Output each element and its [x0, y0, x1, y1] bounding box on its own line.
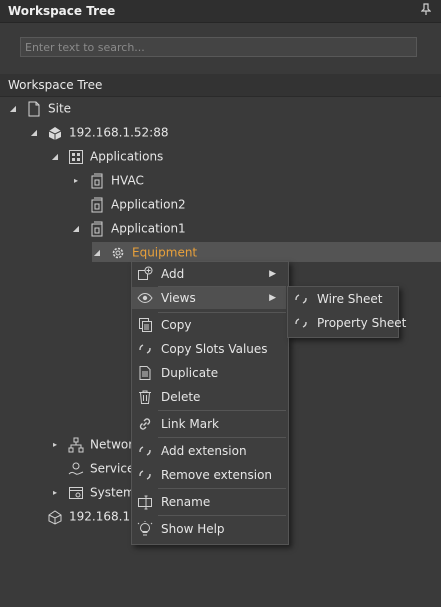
expand-arrow-icon[interactable]: ▸ — [50, 435, 60, 455]
tree-node-label: System — [90, 485, 135, 500]
tree-node-label: Service — [90, 461, 135, 476]
menu-item-label: Add — [161, 267, 185, 281]
tree-node-label: Application2 — [111, 197, 186, 212]
collapse-arrow-icon[interactable]: ◢ — [8, 99, 18, 119]
app-icon — [89, 197, 105, 213]
collapse-arrow-icon[interactable]: ◢ — [92, 243, 102, 263]
menu-item-label: Rename — [161, 495, 211, 509]
collapse-arrow-icon[interactable]: ◢ — [50, 147, 60, 167]
submenu-arrow-icon: ▶ — [269, 269, 276, 279]
expand-arrow-icon[interactable]: ▸ — [71, 171, 81, 191]
tree-node-network[interactable]: ▸ Networ — [50, 434, 133, 454]
link-icon — [137, 416, 153, 432]
help-bulb-icon — [137, 521, 153, 537]
applications-icon — [68, 149, 84, 165]
menu-separator — [158, 515, 286, 516]
menu-item-label: Views — [161, 291, 196, 305]
spinner-icon — [137, 341, 153, 357]
tree-node-application1[interactable]: ◢ Application1 — [71, 218, 186, 238]
duplicate-icon — [137, 365, 153, 381]
network-icon — [68, 437, 84, 453]
tree-node-system[interactable]: ▸ System — [50, 482, 135, 502]
menu-item-copy[interactable]: Copy — [132, 314, 286, 336]
spinner-icon — [293, 315, 309, 331]
menu-item-remove-extension[interactable]: Remove extension — [132, 464, 286, 486]
system-icon — [68, 485, 84, 501]
menu-item-link-mark[interactable]: Link Mark — [132, 413, 286, 435]
menu-separator — [158, 437, 286, 438]
tree-node-label: 192.168.1. — [69, 509, 134, 524]
menu-item-label: Remove extension — [161, 468, 273, 482]
tree-node-station[interactable]: ◢ 192.168.1.52:88 — [29, 122, 168, 142]
menu-item-label: Delete — [161, 390, 201, 404]
menu-item-label: Add extension — [161, 444, 247, 458]
tree-node-label: Equipment — [132, 245, 198, 260]
tree-header: Workspace Tree — [0, 74, 441, 97]
search-area — [0, 23, 441, 71]
tree-node-application2[interactable]: Application2 — [71, 194, 186, 214]
tree-node-site[interactable]: ◢ Site — [8, 98, 71, 118]
tree-node-label: Site — [48, 101, 72, 116]
menu-item-add-extension[interactable]: Add extension — [132, 440, 286, 462]
menu-item-rename[interactable]: Rename — [132, 491, 286, 513]
add-icon — [137, 266, 153, 282]
gear-icon — [110, 245, 126, 261]
menu-item-label: Show Help — [161, 522, 225, 536]
menu-separator — [158, 312, 286, 313]
collapse-arrow-icon[interactable]: ◢ — [29, 123, 39, 143]
tree-node-service[interactable]: Service — [50, 458, 134, 478]
tree-node-label: Applications — [90, 149, 164, 164]
trash-icon — [137, 389, 153, 405]
menu-item-show-help[interactable]: Show Help — [132, 518, 286, 540]
tree-header-label: Workspace Tree — [8, 78, 103, 92]
spinner-icon — [137, 467, 153, 483]
search-input[interactable] — [20, 37, 417, 57]
tree-node-label: Application1 — [111, 221, 186, 236]
menu-item-label: Wire Sheet — [317, 292, 383, 306]
menu-item-label: Copy Slots Values — [161, 342, 268, 356]
menu-item-label: Link Mark — [161, 417, 219, 431]
menu-item-label: Copy — [161, 318, 192, 332]
tree-node-label: HVAC — [111, 173, 144, 188]
tree-node-equipment[interactable]: ◢ Equipment — [92, 242, 441, 262]
menu-item-wire-sheet[interactable]: Wire Sheet — [288, 288, 398, 310]
server-icon — [47, 509, 63, 525]
panel-titlebar: Workspace Tree — [0, 0, 441, 23]
pin-icon[interactable] — [419, 3, 433, 17]
menu-item-copy-slots-values[interactable]: Copy Slots Values — [132, 338, 286, 360]
menu-item-add[interactable]: Add ▶ — [132, 263, 286, 285]
spinner-icon — [293, 291, 309, 307]
menu-item-label: Duplicate — [161, 366, 219, 380]
page-icon — [26, 101, 42, 117]
menu-item-property-sheet[interactable]: Property Sheet — [288, 312, 406, 334]
tree-node-hvac[interactable]: ▸ HVAC — [71, 170, 144, 190]
menu-item-delete[interactable]: Delete — [132, 386, 286, 408]
service-icon — [68, 461, 84, 477]
menu-item-duplicate[interactable]: Duplicate — [132, 362, 286, 384]
menu-separator — [158, 410, 286, 411]
tree-node-label: 192.168.1.52:88 — [69, 125, 169, 140]
collapse-arrow-icon[interactable]: ◢ — [71, 219, 81, 239]
tree-node-station2[interactable]: 192.168.1. — [29, 506, 134, 526]
tree-node-applications[interactable]: ◢ Applications — [50, 146, 163, 166]
menu-item-label: Property Sheet — [317, 316, 407, 330]
submenu-arrow-icon: ▶ — [269, 293, 276, 303]
server-icon — [47, 125, 63, 141]
panel-title: Workspace Tree — [8, 4, 116, 18]
rename-icon — [137, 494, 153, 510]
eye-icon — [137, 290, 153, 306]
menu-item-views[interactable]: Views ▶ — [132, 287, 286, 309]
context-menu: Add ▶ Views ▶ Copy Copy Slots Values Dup… — [131, 261, 289, 545]
copy-icon — [137, 317, 153, 333]
tree-node-label: Networ — [90, 437, 134, 452]
app-icon — [89, 173, 105, 189]
views-submenu: Wire Sheet Property Sheet — [287, 286, 406, 338]
menu-separator — [158, 488, 286, 489]
spinner-icon — [137, 443, 153, 459]
expand-arrow-icon[interactable]: ▸ — [50, 483, 60, 503]
app-icon — [89, 221, 105, 237]
